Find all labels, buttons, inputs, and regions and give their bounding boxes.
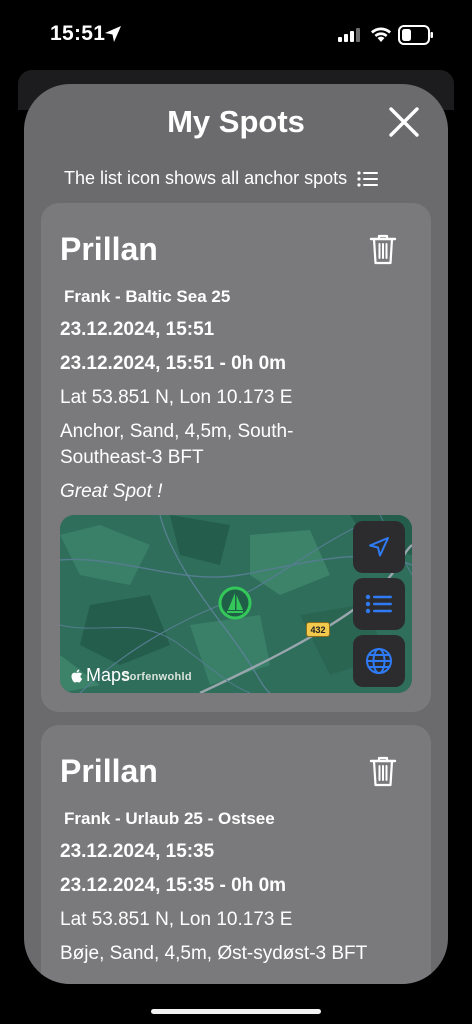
list-icon[interactable] [357,170,379,188]
location-arrow-icon [369,537,389,557]
spot-date-range: 23.12.2024, 15:51 - 0h 0m [60,353,287,374]
spot-date: 23.12.2024, 15:51 [60,319,215,340]
spot-position: Lat 53.851 N, Lon 10.173 E [60,909,293,930]
spot-date: 23.12.2024, 15:35 [60,841,215,862]
my-spots-sheet: My Spots The list icon shows all anchor … [24,84,448,984]
location-arrow-icon [105,26,121,42]
spot-card[interactable]: Prillan Frank - Urlaub 25 - Ostsee 23.12… [41,725,431,984]
spot-position: Lat 53.851 N, Lon 10.173 E [60,387,293,408]
spot-map[interactable]: 432 Sorfenwohld Maps [60,515,412,693]
maps-logo-text: Maps [86,665,131,685]
status-bar: 15:51 [0,0,472,70]
spot-details: Anchor, Sand, 4,5m, South-Southeast-3 BF… [60,421,294,468]
cellular-signal-icon [338,28,360,42]
home-indicator[interactable] [151,1009,321,1014]
list-hint-text: The list icon shows all anchor spots [64,168,348,188]
list-icon [365,594,392,614]
spot-date-range: 23.12.2024, 15:35 - 0h 0m [60,875,287,896]
sailboat-marker-icon[interactable] [218,586,252,620]
spot-note: Great Spot ! [60,481,163,502]
owner-trip: Frank - Urlaub 25 - Ostsee [64,809,275,828]
spot-details: Bøje, Sand, 4,5m, Øst-sydøst-3 BFT [60,943,368,964]
spot-card[interactable]: Prillan Frank - Baltic Sea 25 23.12.2024… [41,203,431,712]
close-icon[interactable] [384,102,424,142]
battery-icon [398,25,433,45]
list-hint: The list icon shows all anchor spots [64,168,379,189]
apple-logo-icon [71,668,83,682]
trash-icon[interactable] [367,754,399,788]
navigate-button[interactable] [353,521,405,573]
map-place-label: Sorfenwohld [122,671,192,683]
globe-icon [366,648,392,674]
maps-logo: Maps [70,665,130,686]
boat-name: Prillan [60,231,158,267]
boat-name: Prillan [60,753,158,789]
road-number-badge: 432 [306,622,330,637]
status-time: 15:51 [50,22,106,45]
trash-icon[interactable] [367,232,399,266]
globe-button[interactable] [353,635,405,687]
list-button[interactable] [353,578,405,630]
wifi-icon [371,27,391,42]
owner-trip: Frank - Baltic Sea 25 [64,287,231,306]
